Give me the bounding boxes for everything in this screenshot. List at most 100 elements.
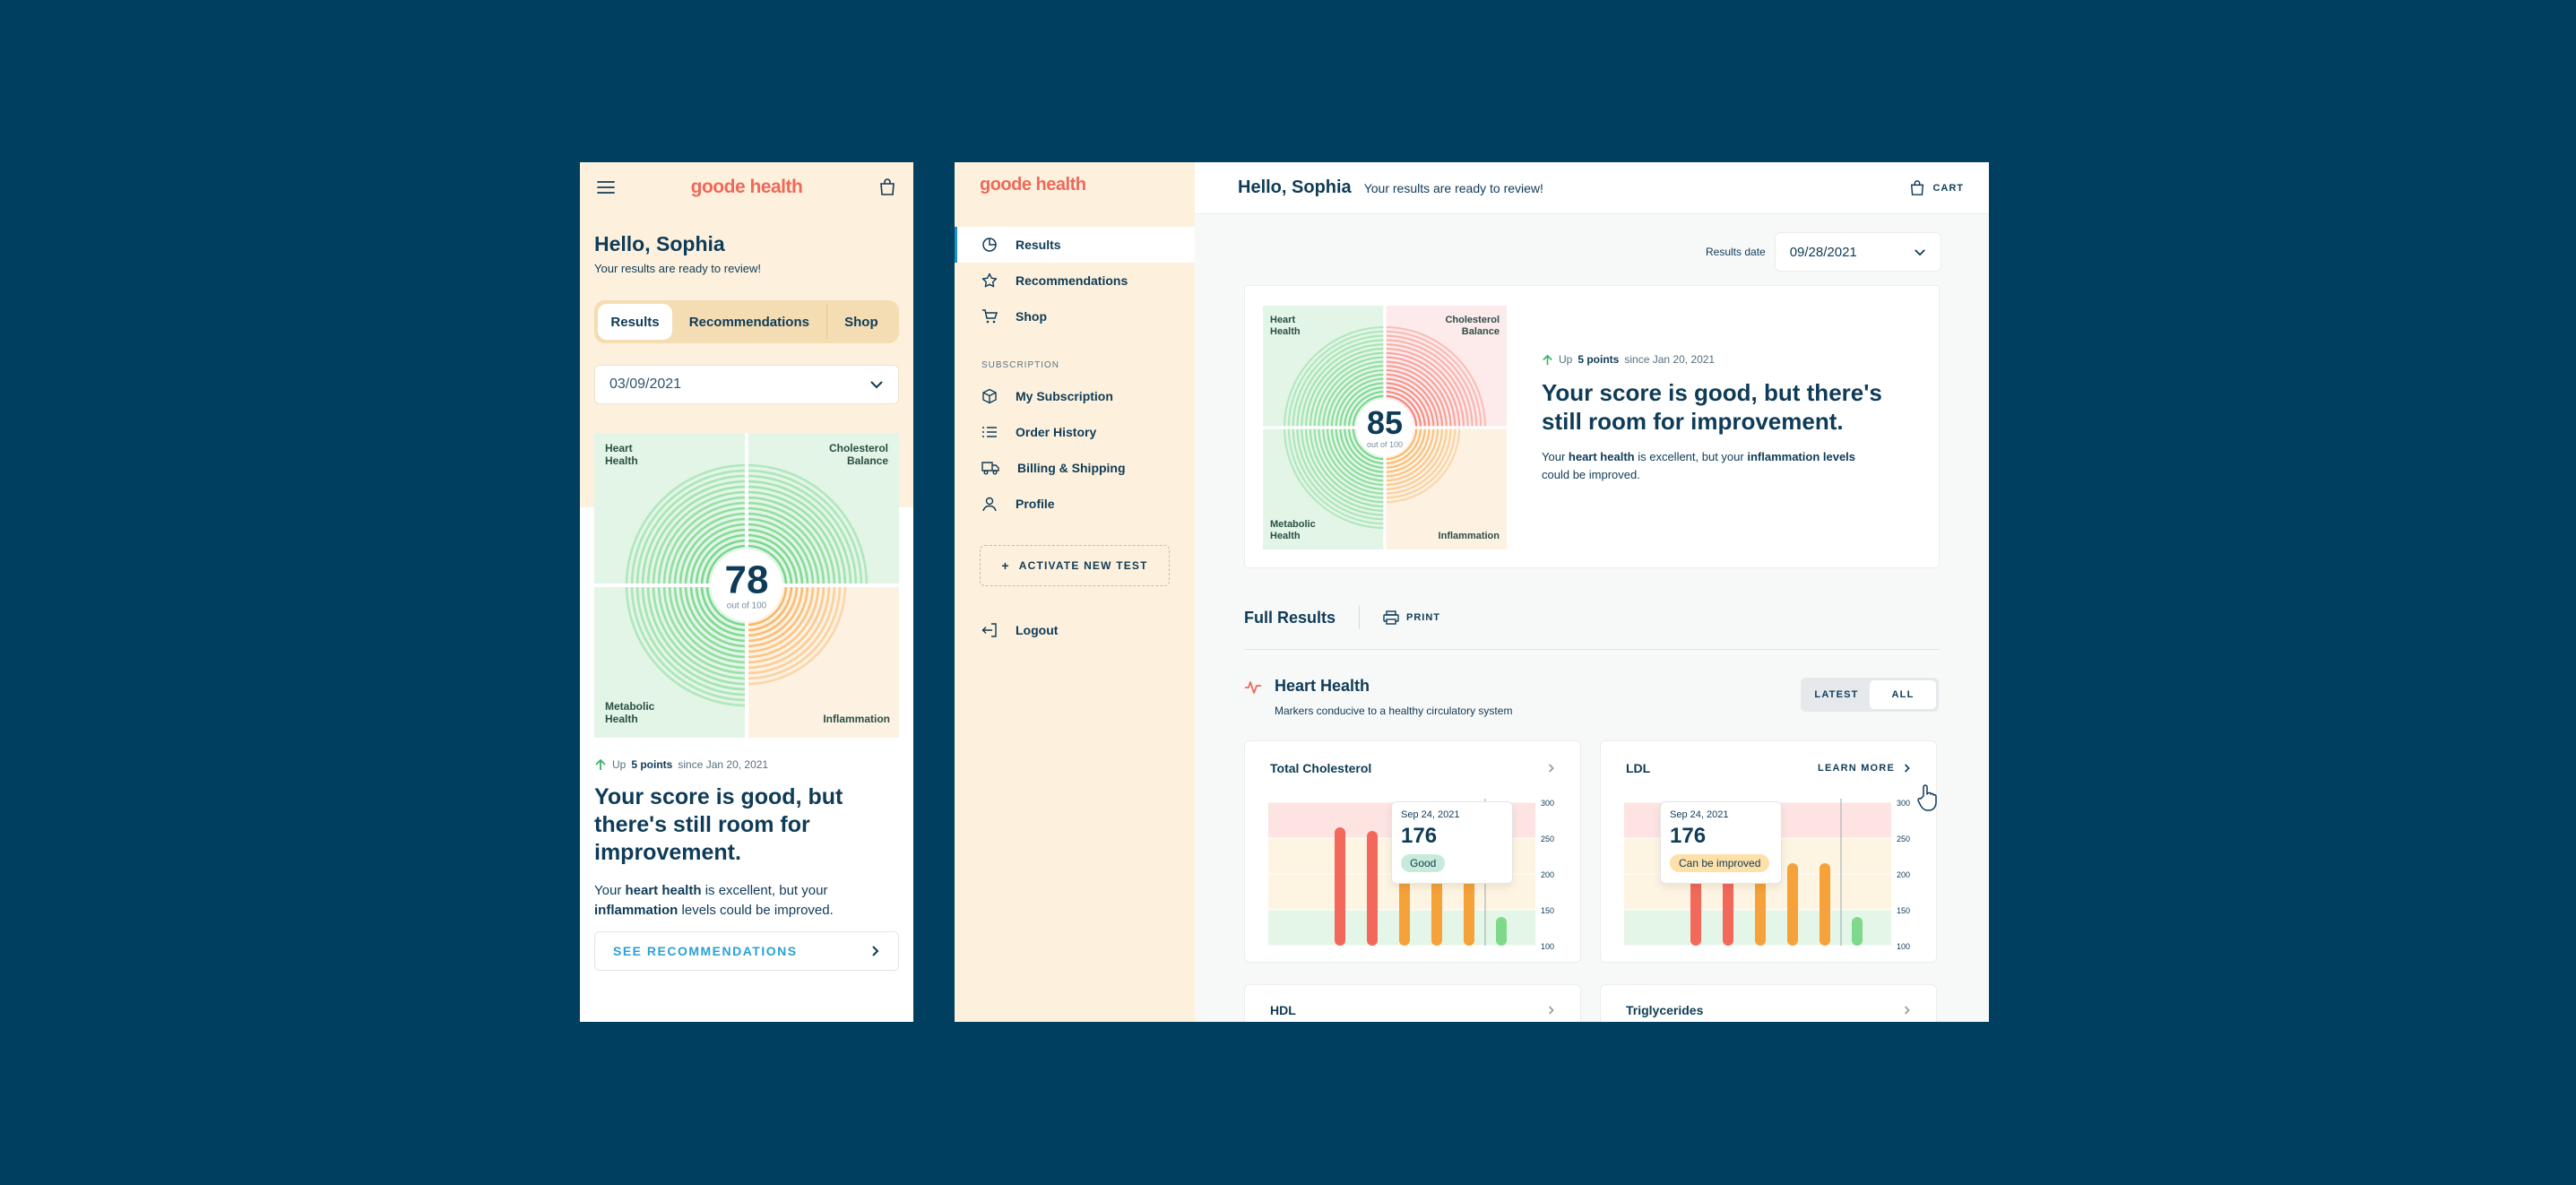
full-results-header: Full Results PRINT xyxy=(1244,606,1940,629)
sidebar-item-billing-shipping[interactable]: Billing & Shipping xyxy=(955,450,1195,486)
y-tick-label: 300 xyxy=(1897,799,1910,808)
logo[interactable]: goode health xyxy=(980,175,1086,195)
quadrant-label-metabolic: Metabolic Health xyxy=(605,700,655,725)
score-headline: Your score is good, but there's still ro… xyxy=(594,784,843,865)
shopping-bag-icon[interactable] xyxy=(876,176,899,199)
section-title: Heart Health xyxy=(1275,677,1370,695)
card-title: Total Cholesterol xyxy=(1270,761,1372,775)
sidebar-item-my-subscription[interactable]: My Subscription xyxy=(955,378,1195,414)
score-value: 85 xyxy=(1366,404,1404,441)
quadrant-label-metabolic: Metabolic Health xyxy=(1270,519,1316,541)
result-card-total-cholesterol[interactable]: Total Cholesterol 300 250 200 150 100 Sep 24… xyxy=(1244,740,1581,963)
divider xyxy=(1244,649,1940,650)
heartbeat-icon xyxy=(1245,680,1261,694)
chevron-right-icon[interactable] xyxy=(1904,1005,1911,1016)
score-description: Your heart health is excellent, but your… xyxy=(1542,450,1856,481)
sidebar-item-recommendations[interactable]: Recommendations xyxy=(955,263,1195,298)
sidebar-subscription-nav: My Subscription Order History Billing & … xyxy=(955,378,1195,522)
chevron-right-icon[interactable] xyxy=(1548,1005,1555,1016)
chevron-down-icon xyxy=(1914,248,1925,255)
mobile-screen: goode health Hello, Sophia Your results … xyxy=(580,162,913,1022)
greeting-title: Hello, Sophia xyxy=(594,232,725,255)
learn-more-link[interactable]: LEARN MORE xyxy=(1818,763,1911,774)
sidebar-section-label: SUBSCRIPTION xyxy=(981,360,1060,370)
score-card: Heart Health Cholesterol Balance Metabolic… xyxy=(1244,285,1940,568)
score-value: 78 xyxy=(724,558,769,602)
cart-button[interactable]: CART xyxy=(1909,162,1964,214)
tab-shop[interactable]: Shop xyxy=(826,304,895,340)
y-tick-label: 200 xyxy=(1541,870,1554,879)
arrow-up-icon xyxy=(595,758,606,770)
quadrant-label-heart: Heart Health xyxy=(605,442,638,467)
quadrant-label-cholesterol: Cholesterol Balance xyxy=(1445,315,1500,337)
logout-icon xyxy=(981,623,997,637)
toggle-all[interactable]: ALL xyxy=(1870,680,1936,709)
truck-icon xyxy=(981,462,999,475)
divider xyxy=(1359,606,1361,629)
mobile-tabs: Results Recommendations Shop xyxy=(594,300,899,343)
desktop-score-graphic: Heart Health Cholesterol Balance Metabolic… xyxy=(1263,306,1507,549)
score-center: 85 out of 100 xyxy=(1366,404,1404,450)
mobile-score-graphic: Heart Health Cholesterol Balance Metabolic… xyxy=(594,433,899,738)
desktop-screen: goode health Results Recommendations Sho… xyxy=(955,162,1989,1022)
greeting-subtitle: Your results are ready to review! xyxy=(594,262,761,275)
tab-results[interactable]: Results xyxy=(598,304,672,340)
bar xyxy=(1367,831,1378,946)
date-select-value: 03/09/2021 xyxy=(609,376,682,392)
score-out-of: out of 100 xyxy=(726,601,767,611)
arrow-up-icon xyxy=(1543,354,1552,365)
chevron-right-icon xyxy=(1905,764,1910,773)
result-card-hdl[interactable]: HDL xyxy=(1244,984,1581,1022)
chart-tooltip: Sep 24, 2021 176 Can be improved xyxy=(1660,801,1782,884)
tab-recommendations[interactable]: Recommendations xyxy=(672,304,826,340)
logo[interactable]: goode health xyxy=(691,177,803,198)
score-center: 78 out of 100 xyxy=(724,558,769,611)
menu-icon[interactable] xyxy=(594,176,618,199)
see-recommendations-button[interactable]: SEE RECOMMENDATIONS xyxy=(594,931,899,971)
results-date: Results date 09/28/2021 xyxy=(1706,232,1941,272)
full-results-title: Full Results xyxy=(1244,608,1336,627)
card-title: LDL xyxy=(1626,761,1651,775)
bar xyxy=(1852,917,1863,946)
sidebar-item-order-history[interactable]: Order History xyxy=(955,414,1195,450)
heart-health-section-header: Heart Health Markers conducive to a heal… xyxy=(1244,677,1512,717)
sidebar-item-results[interactable]: Results xyxy=(955,227,1195,263)
quadrant-label-inflammation: Inflammation xyxy=(823,713,890,725)
sidebar-footer: Logout xyxy=(955,612,1195,648)
sidebar-item-profile[interactable]: Profile xyxy=(955,486,1195,522)
status-badge: Can be improved xyxy=(1670,854,1770,872)
status-badge: Good xyxy=(1401,854,1446,872)
latest-all-toggle: LATEST ALL xyxy=(1801,678,1939,712)
y-tick-label: 150 xyxy=(1541,906,1554,915)
score-change: Up 5 points since Jan 20, 2021 xyxy=(594,758,899,771)
greeting-title: Hello, Sophia xyxy=(1238,177,1352,197)
result-card-ldl[interactable]: LDL LEARN MORE 300 250 200 150 100 Sep 24, 2… xyxy=(1600,740,1937,963)
bar xyxy=(1787,863,1798,946)
chevron-right-icon xyxy=(872,946,879,956)
activate-new-test-button[interactable]: + ACTIVATE NEW TEST xyxy=(980,545,1170,586)
results-date-select[interactable]: 09/28/2021 xyxy=(1774,232,1941,272)
bar xyxy=(1335,827,1345,946)
score-out-of: out of 100 xyxy=(1366,440,1404,449)
hand-cursor-icon xyxy=(1916,783,1940,817)
chart-tooltip: Sep 24, 2021 176 Good xyxy=(1391,801,1513,884)
mobile-header: goode health xyxy=(594,162,899,212)
score-change: Up 5 points since Jan 20, 2021 xyxy=(1542,353,1882,366)
y-tick-label: 250 xyxy=(1897,835,1910,843)
chevron-right-icon[interactable] xyxy=(1548,763,1555,774)
result-card-triglycerides[interactable]: Triglycerides xyxy=(1600,984,1937,1022)
card-title: HDL xyxy=(1270,1003,1296,1017)
toggle-latest[interactable]: LATEST xyxy=(1803,680,1870,709)
y-tick-label: 100 xyxy=(1541,942,1554,951)
quadrant-label-heart: Heart Health xyxy=(1270,315,1301,337)
date-select[interactable]: 03/09/2021 xyxy=(594,365,899,404)
topbar: Hello, Sophia Your results are ready to … xyxy=(1195,162,1989,214)
sidebar-item-shop[interactable]: Shop xyxy=(955,298,1195,334)
bar xyxy=(1496,917,1507,946)
logout-button[interactable]: Logout xyxy=(955,612,1195,648)
score-headline: Your score is good, but there's still ro… xyxy=(1542,379,1882,435)
card-title: Triglycerides xyxy=(1626,1003,1704,1017)
box-icon xyxy=(982,388,997,404)
list-icon xyxy=(982,427,997,437)
print-button[interactable]: PRINT xyxy=(1383,610,1440,625)
